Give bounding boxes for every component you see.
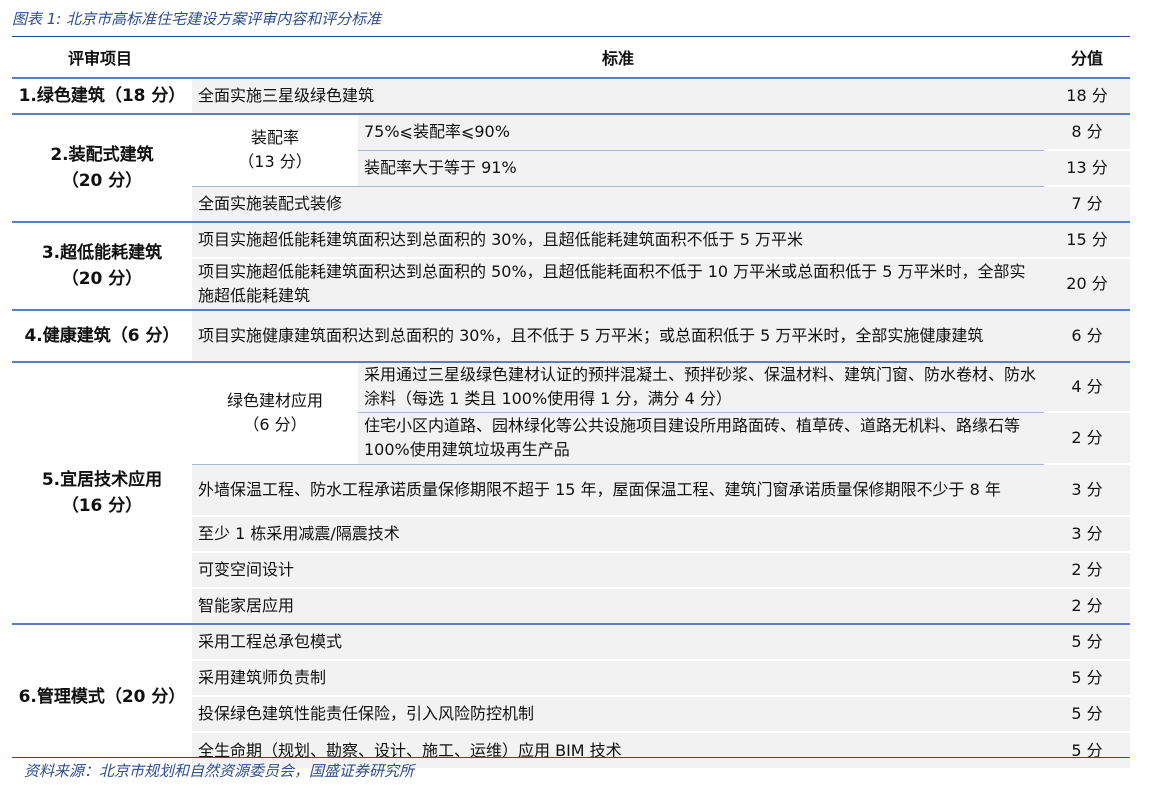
figure-caption: 图表 1: 北京市高标准住宅建设方案评审内容和评分标准 — [12, 10, 382, 28]
header-score: 分值 — [1071, 48, 1104, 68]
category-cell: 4.健康建筑（6 分） — [12, 309, 192, 362]
score-cell: 2 分 — [1044, 411, 1131, 464]
score-cell: 5 分 — [1044, 731, 1131, 768]
category-cell: 1.绿色建筑（18 分） — [12, 77, 192, 114]
standard-cell: 项目实施健康建筑面积达到总面积的 30%，且不低于 5 万平米；或总面积低于 5… — [192, 309, 1045, 362]
subcategory-cell: 装配率 （13 分） — [192, 113, 358, 186]
table-row: 6.管理模式（20 分） 采用工程总承包模式 5 分 — [12, 623, 1131, 768]
table-row: 1.绿色建筑（18 分） 全面实施三星级绿色建筑 18 分 — [12, 77, 1131, 114]
score-cell: 20 分 — [1044, 257, 1131, 310]
subcategory-cell: 绿色建材应用 （6 分） — [192, 361, 358, 464]
header-standard: 标准 — [602, 48, 635, 68]
standard-cell: 全面实施三星级绿色建筑 — [192, 77, 1045, 114]
score-cell: 3 分 — [1044, 463, 1131, 516]
standard-cell: 投保绿色建筑性能责任保险，引入风险防控机制 — [192, 695, 1045, 732]
table-row: 3.超低能耗建筑 （20 分） 项目实施超低能耗建筑面积达到总面积的 30%，且超低… — [12, 221, 1131, 310]
score-cell: 18 分 — [1044, 77, 1131, 114]
standard-cell: 至少 1 栋采用减震/隔震技术 — [192, 515, 1045, 552]
header-row: 评审项目 标准 分值 — [12, 40, 1130, 78]
standard-cell: 可变空间设计 — [192, 551, 1045, 588]
standard-cell: 装配率大于等于 91% — [358, 149, 1045, 186]
bottom-rule — [12, 757, 1130, 758]
score-cell: 6 分 — [1044, 309, 1131, 362]
standard-cell: 全面实施装配式装修 — [192, 185, 1045, 222]
score-cell: 8 分 — [1044, 113, 1131, 150]
standard-cell: 采用通过三星级绿色建材认证的预拌混凝土、预拌砂浆、保温材料、建筑门窗、防水卷材、… — [358, 361, 1045, 412]
category-cell: 2.装配式建筑 （20 分） — [12, 113, 192, 222]
score-cell: 5 分 — [1044, 623, 1131, 660]
standard-cell: 采用建筑师负责制 — [192, 659, 1045, 696]
standard-cell: 采用工程总承包模式 — [192, 623, 1045, 660]
standard-cell: 75%⩽装配率⩽90% — [358, 113, 1045, 150]
score-cell: 7 分 — [1044, 185, 1131, 222]
standard-cell: 住宅小区内道路、园林绿化等公共设施项目建设所用路面砖、植草砖、道路无机料、路缘石… — [358, 411, 1045, 464]
category-cell: 6.管理模式（20 分） — [12, 623, 192, 768]
standard-cell: 项目实施超低能耗建筑面积达到总面积的 50%，且超低能耗面积不低于 10 万平米… — [192, 257, 1045, 310]
score-cell: 13 分 — [1044, 149, 1131, 186]
score-cell: 3 分 — [1044, 515, 1131, 552]
header-item: 评审项目 — [68, 48, 133, 68]
score-cell: 4 分 — [1044, 361, 1131, 412]
source-note: 资料来源：北京市规划和自然资源委员会，国盛证券研究所 — [24, 762, 415, 780]
standard-cell: 项目实施超低能耗建筑面积达到总面积的 30%，且超低能耗建筑面积不低于 5 万平… — [192, 221, 1045, 258]
standard-cell: 外墙保温工程、防水工程承诺质量保修期限不超于 15 年，屋面保温工程、建筑门窗承… — [192, 463, 1045, 516]
scoring-table: 评审项目 标准 分值 1.绿色建筑（18 分） 全面实施三星级绿色建筑 18 分 2.… — [12, 40, 1131, 768]
category-cell: 3.超低能耗建筑 （20 分） — [12, 221, 192, 310]
score-cell: 2 分 — [1044, 551, 1131, 588]
category-cell: 5.宜居技术应用 （16 分） — [12, 361, 192, 624]
score-cell: 15 分 — [1044, 221, 1131, 258]
score-cell: 5 分 — [1044, 659, 1131, 696]
score-cell: 5 分 — [1044, 695, 1131, 732]
table-row: 5.宜居技术应用 （16 分） 绿色建材应用 （6 分） 采用通过三星级绿色建材认证的预… — [12, 361, 1131, 624]
score-cell: 2 分 — [1044, 587, 1131, 624]
top-rule — [12, 36, 1130, 37]
table-row: 2.装配式建筑 （20 分） 装配率 （13 分） 75%⩽装配率⩽90% 8 分 — [12, 113, 1131, 222]
standard-cell: 智能家居应用 — [192, 587, 1045, 624]
table-row: 4.健康建筑（6 分） 项目实施健康建筑面积达到总面积的 30%，且不低于 5 万… — [12, 309, 1131, 362]
